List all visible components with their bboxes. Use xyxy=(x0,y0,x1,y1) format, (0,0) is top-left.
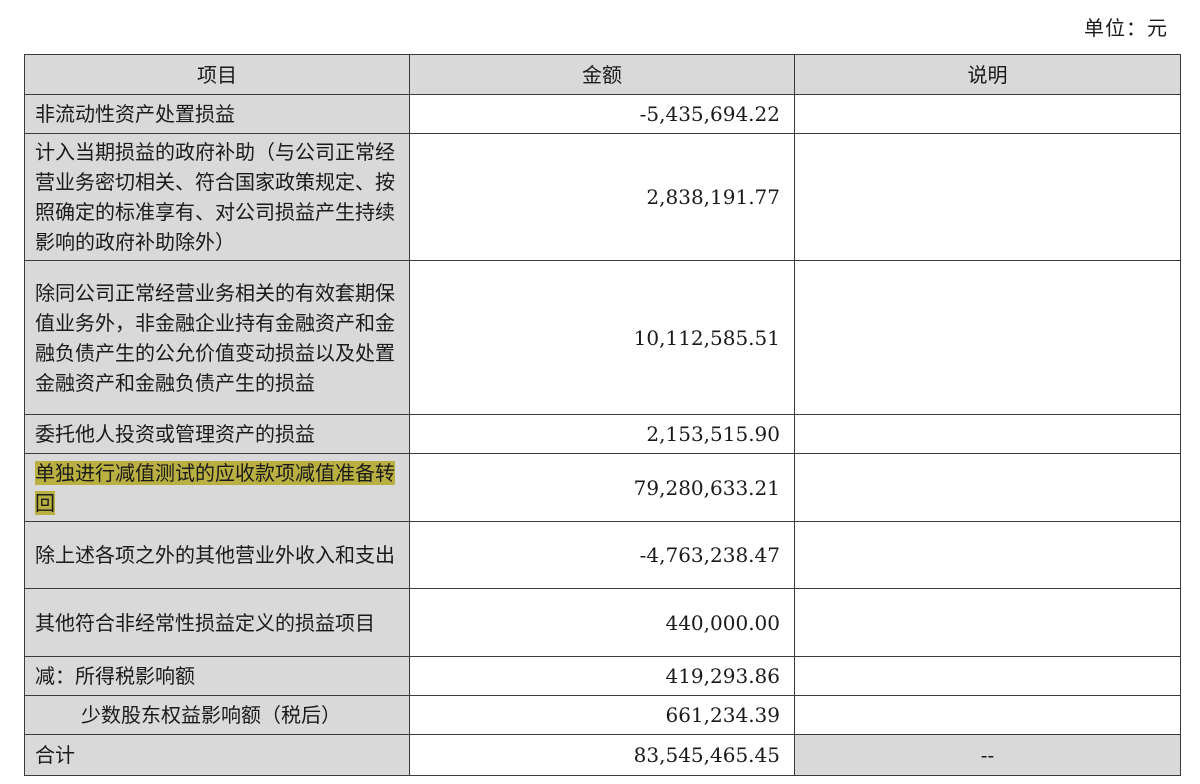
table-row: 除同公司正常经营业务相关的有效套期保值业务外，非金融企业持有金融资产和金融负债产… xyxy=(24,260,1181,415)
row-item-label: 除上述各项之外的其他营业外收入和支出 xyxy=(24,521,410,589)
highlighted-text: 单独进行减值测试的应收款项减值准备转回 xyxy=(35,460,395,515)
row-amount: 10,112,585.51 xyxy=(409,260,795,415)
row-amount: 661,234.39 xyxy=(409,695,795,735)
table-row: 减：所得税影响额 419,293.86 xyxy=(24,656,1181,696)
table-row: 非流动性资产处置损益 -5,435,694.22 xyxy=(24,94,1181,134)
column-header-item: 项目 xyxy=(24,54,410,95)
row-note xyxy=(794,94,1181,134)
row-note xyxy=(794,414,1181,454)
row-item-label: 除同公司正常经营业务相关的有效套期保值业务外，非金融企业持有金融资产和金融负债产… xyxy=(24,260,410,415)
row-item-label: 单独进行减值测试的应收款项减值准备转回 xyxy=(24,453,410,522)
row-item-label: 计入当期损益的政府补助（与公司正常经营业务密切相关、符合国家政策规定、按照确定的… xyxy=(24,133,410,261)
row-amount: -4,763,238.47 xyxy=(409,521,795,589)
column-header-note: 说明 xyxy=(794,54,1181,95)
row-item-label: 少数股东权益影响额（税后） xyxy=(24,695,410,735)
row-note xyxy=(794,133,1181,261)
row-note xyxy=(794,695,1181,735)
total-label: 合计 xyxy=(24,734,410,776)
row-amount: 2,838,191.77 xyxy=(409,133,795,261)
table-row: 少数股东权益影响额（税后） 661,234.39 xyxy=(24,695,1181,735)
row-note xyxy=(794,521,1181,589)
unit-label: 单位：元 xyxy=(1084,16,1168,40)
table-header-row: 项目 金额 说明 xyxy=(24,54,1181,95)
non-recurring-gains-table: 项目 金额 说明 非流动性资产处置损益 -5,435,694.22 计入当期损益… xyxy=(24,54,1181,776)
row-amount: 79,280,633.21 xyxy=(409,453,795,522)
row-amount: 2,153,515.90 xyxy=(409,414,795,454)
total-note: -- xyxy=(794,734,1181,776)
row-amount: 440,000.00 xyxy=(409,588,795,657)
row-item-label: 委托他人投资或管理资产的损益 xyxy=(24,414,410,454)
column-header-amount: 金额 xyxy=(409,54,795,95)
table-row-highlighted: 单独进行减值测试的应收款项减值准备转回 79,280,633.21 xyxy=(24,453,1181,522)
row-note xyxy=(794,453,1181,522)
row-note xyxy=(794,656,1181,696)
table-row: 除上述各项之外的其他营业外收入和支出 -4,763,238.47 xyxy=(24,521,1181,589)
table-total-row: 合计 83,545,465.45 -- xyxy=(24,734,1181,776)
row-item-label: 减：所得税影响额 xyxy=(24,656,410,696)
row-note xyxy=(794,260,1181,415)
row-item-label: 其他符合非经常性损益定义的损益项目 xyxy=(24,588,410,657)
row-note xyxy=(794,588,1181,657)
row-item-label: 非流动性资产处置损益 xyxy=(24,94,410,134)
row-amount: -5,435,694.22 xyxy=(409,94,795,134)
table-row: 其他符合非经常性损益定义的损益项目 440,000.00 xyxy=(24,588,1181,657)
table-row: 计入当期损益的政府补助（与公司正常经营业务密切相关、符合国家政策规定、按照确定的… xyxy=(24,133,1181,261)
row-amount: 419,293.86 xyxy=(409,656,795,696)
total-amount: 83,545,465.45 xyxy=(409,734,795,776)
table-row: 委托他人投资或管理资产的损益 2,153,515.90 xyxy=(24,414,1181,454)
